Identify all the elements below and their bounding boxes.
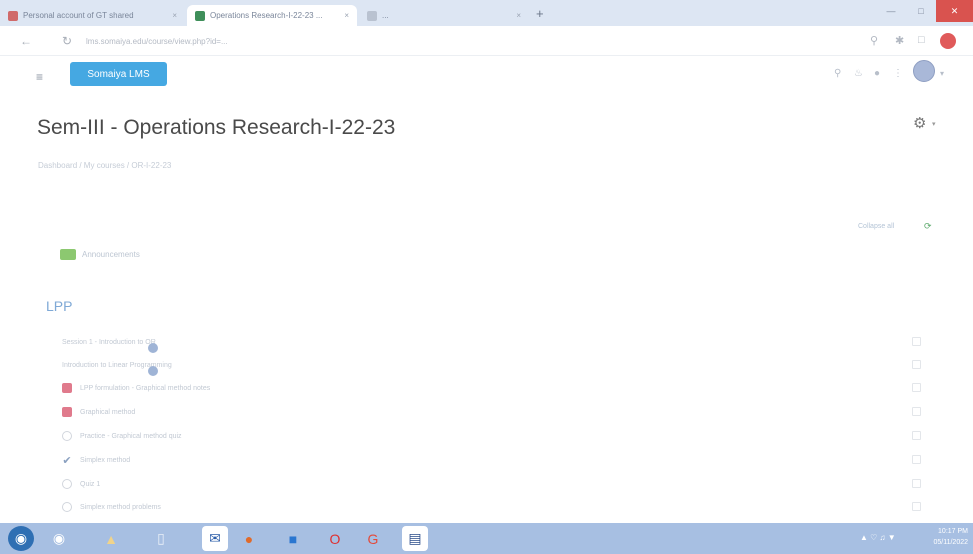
tab-title: Personal account of GT shared: [23, 11, 134, 20]
completion-checkbox[interactable]: [912, 502, 921, 511]
close-icon[interactable]: ×: [510, 11, 521, 20]
activity-item[interactable]: Practice - Graphical method quiz: [62, 429, 182, 443]
close-window-button[interactable]: ✕: [936, 0, 973, 22]
activity-item[interactable]: Quiz 1: [62, 477, 100, 491]
bell-icon[interactable]: ♨: [854, 68, 863, 79]
activity-label: Practice - Graphical method quiz: [80, 432, 182, 440]
avatar[interactable]: [913, 60, 935, 82]
browser-tab-1[interactable]: Personal account of GT shared ×: [0, 5, 185, 26]
pdf-icon: [62, 407, 72, 417]
completion-checkbox[interactable]: [912, 337, 921, 346]
chevron-down-icon[interactable]: ▾: [940, 69, 944, 78]
completion-checkbox[interactable]: [912, 407, 921, 416]
close-icon[interactable]: ×: [338, 11, 349, 20]
browser-tab-3[interactable]: ... ×: [359, 5, 529, 26]
files-icon[interactable]: ▯: [148, 526, 174, 551]
activity-item[interactable]: Session 1 - Introduction to OR: [62, 335, 158, 353]
extensions-icon[interactable]: ✱: [895, 34, 904, 47]
chrome-icon[interactable]: G: [360, 526, 386, 551]
activity-label: Graphical method: [80, 408, 136, 416]
collapse-icon[interactable]: ⟳: [924, 221, 932, 232]
zoom-icon[interactable]: ⚲: [870, 34, 878, 47]
mail-icon[interactable]: ✉: [202, 526, 228, 551]
forum-activity[interactable]: Announcements: [60, 249, 140, 260]
url-icon: [148, 343, 158, 353]
user-menu-caret-icon[interactable]: ⋮: [893, 68, 903, 79]
os-taskbar: [0, 523, 973, 554]
browser-profile-icon[interactable]: [940, 33, 956, 49]
close-icon[interactable]: ×: [166, 11, 177, 20]
tab-favicon-icon: [195, 10, 205, 21]
document-app-icon[interactable]: ▤: [402, 526, 428, 551]
activity-item[interactable]: Graphical method: [62, 405, 135, 419]
tab-title: ...: [382, 11, 389, 20]
pdf-icon: [62, 383, 72, 393]
activity-label: LPP formulation - Graphical method notes: [80, 384, 211, 392]
search-icon[interactable]: ⚲: [834, 68, 841, 79]
chevron-down-icon[interactable]: ▾: [932, 120, 936, 128]
tab-favicon-icon: [8, 10, 18, 21]
url-icon: [148, 366, 158, 376]
activity-item[interactable]: LPP formulation - Graphical method notes: [62, 381, 210, 395]
back-arrow-icon[interactable]: ←: [20, 34, 32, 48]
checkmark-icon: ✔: [62, 454, 72, 467]
forum-icon: [60, 249, 76, 260]
activity-label: Simplex method: [80, 456, 131, 464]
gear-icon[interactable]: ⚙: [913, 114, 926, 132]
completion-checkbox[interactable]: [912, 431, 921, 440]
zoom-app-icon[interactable]: ■: [280, 526, 306, 551]
browser-tab-2[interactable]: Operations Research-I-22-23 ... ×: [187, 5, 357, 26]
opera-icon[interactable]: O: [322, 526, 348, 551]
clock-date: 05/11/2022: [933, 539, 968, 546]
start-button[interactable]: ◉: [8, 526, 34, 551]
chat-icon[interactable]: ●: [874, 68, 880, 79]
maximize-button[interactable]: □: [906, 0, 936, 22]
activity-item[interactable]: ✔ Simplex method: [62, 453, 130, 467]
section-title: LPP: [46, 298, 73, 314]
quiz-icon: [62, 502, 72, 512]
tab-favicon-icon: [367, 10, 377, 21]
new-tab-button[interactable]: +: [536, 6, 544, 21]
folder-icon[interactable]: ▲: [98, 526, 124, 551]
clock-time: 10:17 PM: [938, 528, 968, 535]
minimize-button[interactable]: —: [876, 0, 906, 22]
activity-label: Session 1 - Introduction to OR: [62, 338, 156, 346]
sidepanel-icon[interactable]: □: [918, 34, 925, 46]
app-icon[interactable]: ◉: [46, 526, 72, 551]
system-tray[interactable]: ▲ ♡ ♫ ▼: [860, 533, 896, 542]
activity-label: Quiz 1: [80, 480, 101, 488]
quiz-icon: [62, 479, 72, 489]
breadcrumb[interactable]: Dashboard / My courses / OR-I-22-23: [38, 161, 171, 170]
collapse-all-link[interactable]: Collapse all: [858, 223, 894, 230]
menu-icon[interactable]: ≡: [36, 70, 43, 84]
completion-checkbox[interactable]: [912, 479, 921, 488]
firefox-icon[interactable]: ●: [236, 526, 262, 551]
activity-label: Announcements: [82, 250, 140, 259]
activity-item[interactable]: Introduction to Linear Programming: [62, 358, 172, 376]
url-field[interactable]: lms.somaiya.edu/course/view.php?id=...: [86, 37, 228, 46]
completion-checkbox[interactable]: [912, 360, 921, 369]
activity-item[interactable]: Simplex method problems: [62, 500, 161, 514]
reload-icon[interactable]: ↻: [62, 34, 72, 48]
tab-title: Operations Research-I-22-23 ...: [210, 11, 323, 20]
activity-label: Simplex method problems: [80, 503, 161, 511]
quiz-icon: [62, 431, 72, 441]
completion-checkbox[interactable]: [912, 455, 921, 464]
brand-button[interactable]: Somaiya LMS: [70, 62, 167, 86]
page-title: Sem-III - Operations Research-I-22-23: [37, 116, 396, 139]
completion-checkbox[interactable]: [912, 383, 921, 392]
clock[interactable]: 10:17 PM 05/11/2022: [930, 526, 968, 548]
